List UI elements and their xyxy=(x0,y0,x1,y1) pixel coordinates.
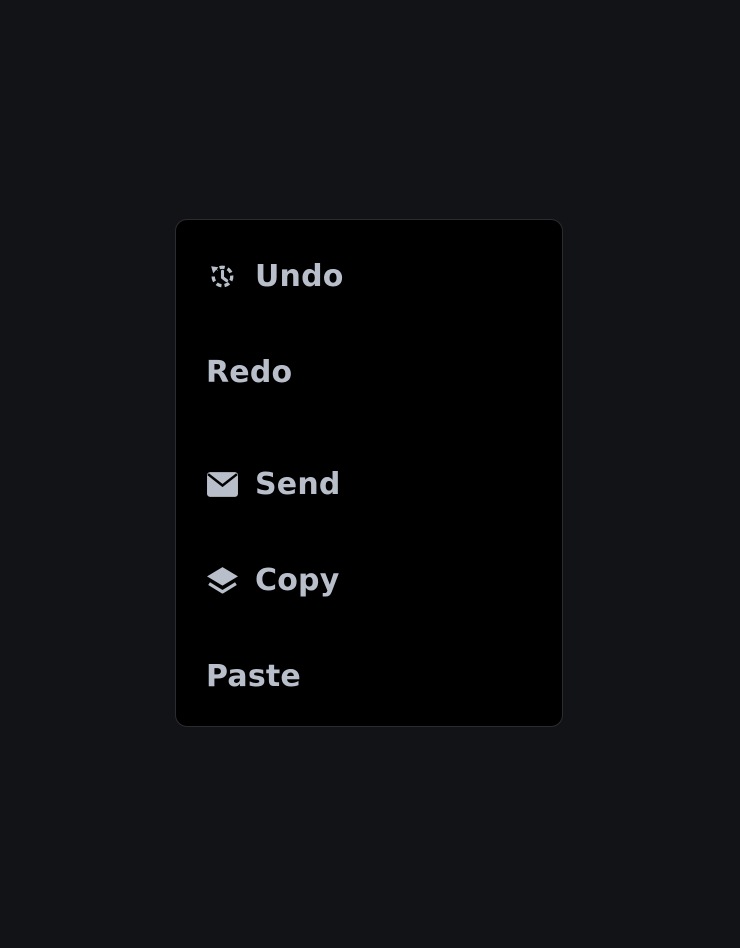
menu-item-label: Paste xyxy=(206,658,301,694)
menu-item-redo[interactable]: Redo xyxy=(206,348,292,396)
menu-item-label: Copy xyxy=(255,562,340,598)
menu-item-label: Send xyxy=(255,466,341,502)
menu-item-paste[interactable]: Paste xyxy=(206,652,301,700)
history-icon xyxy=(206,260,239,293)
context-menu: Undo Redo Send Copy Paste xyxy=(175,219,563,727)
menu-item-copy[interactable]: Copy xyxy=(206,556,339,604)
menu-item-label: Redo xyxy=(206,354,293,390)
envelope-icon xyxy=(206,468,239,501)
layers-icon xyxy=(206,564,239,597)
menu-item-undo[interactable]: Undo xyxy=(206,252,344,300)
menu-item-send[interactable]: Send xyxy=(206,460,341,508)
menu-item-label: Undo xyxy=(255,258,344,294)
